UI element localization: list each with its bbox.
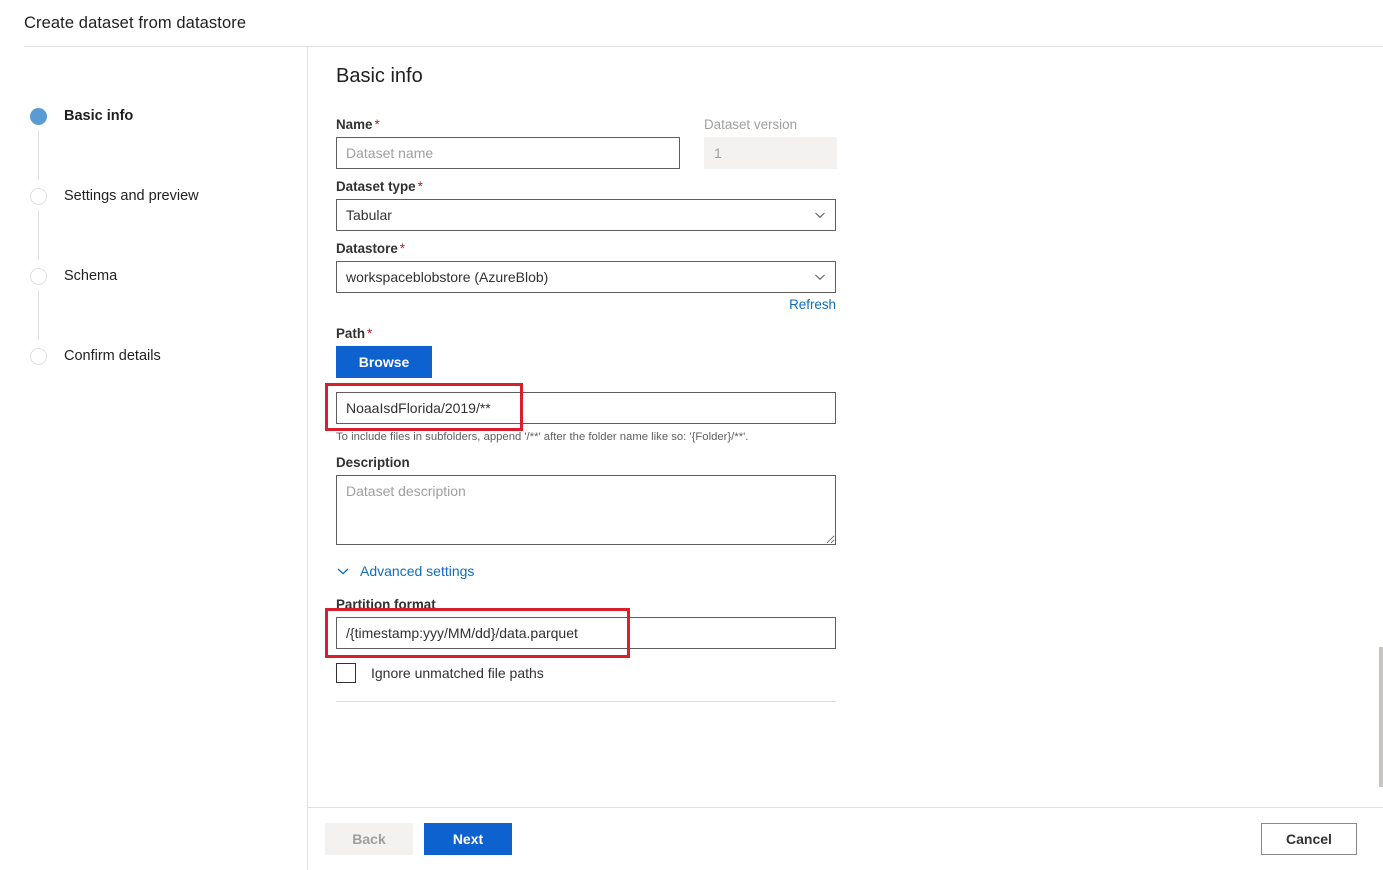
form-panel: Basic info Name* Dataset version 1 xyxy=(308,47,1383,807)
step-indicator-filled-icon xyxy=(30,108,47,125)
wizard-stepper: Basic info Settings and preview Schema C… xyxy=(0,47,308,870)
sidebar-item-confirm-details[interactable]: Confirm details xyxy=(0,344,307,368)
partition-format-label: Partition format xyxy=(336,597,836,612)
refresh-row: Refresh xyxy=(336,297,836,312)
sidebar-item-label: Settings and preview xyxy=(64,188,199,204)
dataset-version-group: Dataset version 1 xyxy=(704,117,837,169)
required-asterisk: * xyxy=(418,179,423,194)
ignore-unmatched-checkbox[interactable] xyxy=(336,663,356,683)
window-title: Create dataset from datastore xyxy=(24,14,246,33)
chevron-down-icon xyxy=(814,209,826,221)
path-input[interactable] xyxy=(336,392,836,424)
path-label: Path* xyxy=(336,326,836,341)
content-column: Basic info Name* Dataset version 1 xyxy=(308,47,1383,870)
next-button[interactable]: Next xyxy=(424,823,512,855)
dataset-version-label: Dataset version xyxy=(704,117,837,132)
basic-info-form: Name* Dataset version 1 Dataset type* Ta… xyxy=(336,117,836,702)
step-connector-line xyxy=(38,210,39,260)
required-asterisk: * xyxy=(374,117,379,132)
ignore-unmatched-label: Ignore unmatched file paths xyxy=(371,665,544,681)
sidebar-item-label: Basic info xyxy=(64,108,133,124)
advanced-settings-label: Advanced settings xyxy=(360,563,474,579)
refresh-datastore-link[interactable]: Refresh xyxy=(789,297,836,312)
section-divider xyxy=(336,701,836,702)
dataset-name-input[interactable] xyxy=(336,137,680,169)
required-asterisk: * xyxy=(367,326,372,341)
datastore-select[interactable]: workspaceblobstore (AzureBlob) xyxy=(336,261,836,293)
path-helper-text: To include files in subfolders, append '… xyxy=(336,430,836,445)
window-title-bar: Create dataset from datastore xyxy=(0,0,1383,46)
step-connector-line xyxy=(38,290,39,340)
name-label: Name* xyxy=(336,117,680,132)
dataset-type-label: Dataset type* xyxy=(336,179,836,194)
chevron-down-icon xyxy=(814,271,826,283)
scrollbar-thumb[interactable] xyxy=(1379,647,1383,787)
sidebar-item-basic-info[interactable]: Basic info xyxy=(0,104,307,128)
dataset-type-select[interactable]: Tabular xyxy=(336,199,836,231)
chevron-down-icon xyxy=(336,564,350,578)
required-asterisk: * xyxy=(400,241,405,256)
path-label-text: Path xyxy=(336,326,365,341)
partition-format-input[interactable] xyxy=(336,617,836,649)
description-textarea[interactable] xyxy=(336,475,836,545)
sidebar-item-settings-and-preview[interactable]: Settings and preview xyxy=(0,184,307,208)
advanced-settings-toggle[interactable]: Advanced settings xyxy=(336,563,474,579)
step-connector-line xyxy=(38,130,39,180)
name-version-row: Name* Dataset version 1 xyxy=(336,117,836,169)
datastore-label: Datastore* xyxy=(336,241,836,256)
datastore-label-text: Datastore xyxy=(336,241,398,256)
sidebar-item-label: Confirm details xyxy=(64,348,161,364)
description-label: Description xyxy=(336,455,836,470)
step-indicator-empty-icon xyxy=(30,268,47,285)
ignore-unmatched-row[interactable]: Ignore unmatched file paths xyxy=(336,663,836,683)
name-field-group: Name* xyxy=(336,117,680,169)
content-scrollbar[interactable] xyxy=(1379,47,1383,807)
dataset-version-input: 1 xyxy=(704,137,837,169)
wizard-footer: Back Next Cancel xyxy=(308,807,1383,870)
datastore-value: workspaceblobstore (AzureBlob) xyxy=(346,269,548,285)
step-indicator-empty-icon xyxy=(30,348,47,365)
dataset-type-value: Tabular xyxy=(346,207,392,223)
dataset-type-label-text: Dataset type xyxy=(336,179,416,194)
browse-button[interactable]: Browse xyxy=(336,346,432,378)
wizard-shell: Basic info Settings and preview Schema C… xyxy=(0,47,1383,870)
path-input-wrap xyxy=(336,392,836,424)
partition-format-input-wrap xyxy=(336,617,836,649)
step-indicator-empty-icon xyxy=(30,188,47,205)
cancel-button[interactable]: Cancel xyxy=(1261,823,1357,855)
sidebar-item-schema[interactable]: Schema xyxy=(0,264,307,288)
back-button[interactable]: Back xyxy=(325,823,413,855)
name-label-text: Name xyxy=(336,117,372,132)
page-title: Basic info xyxy=(336,65,1383,88)
sidebar-item-label: Schema xyxy=(64,268,117,284)
